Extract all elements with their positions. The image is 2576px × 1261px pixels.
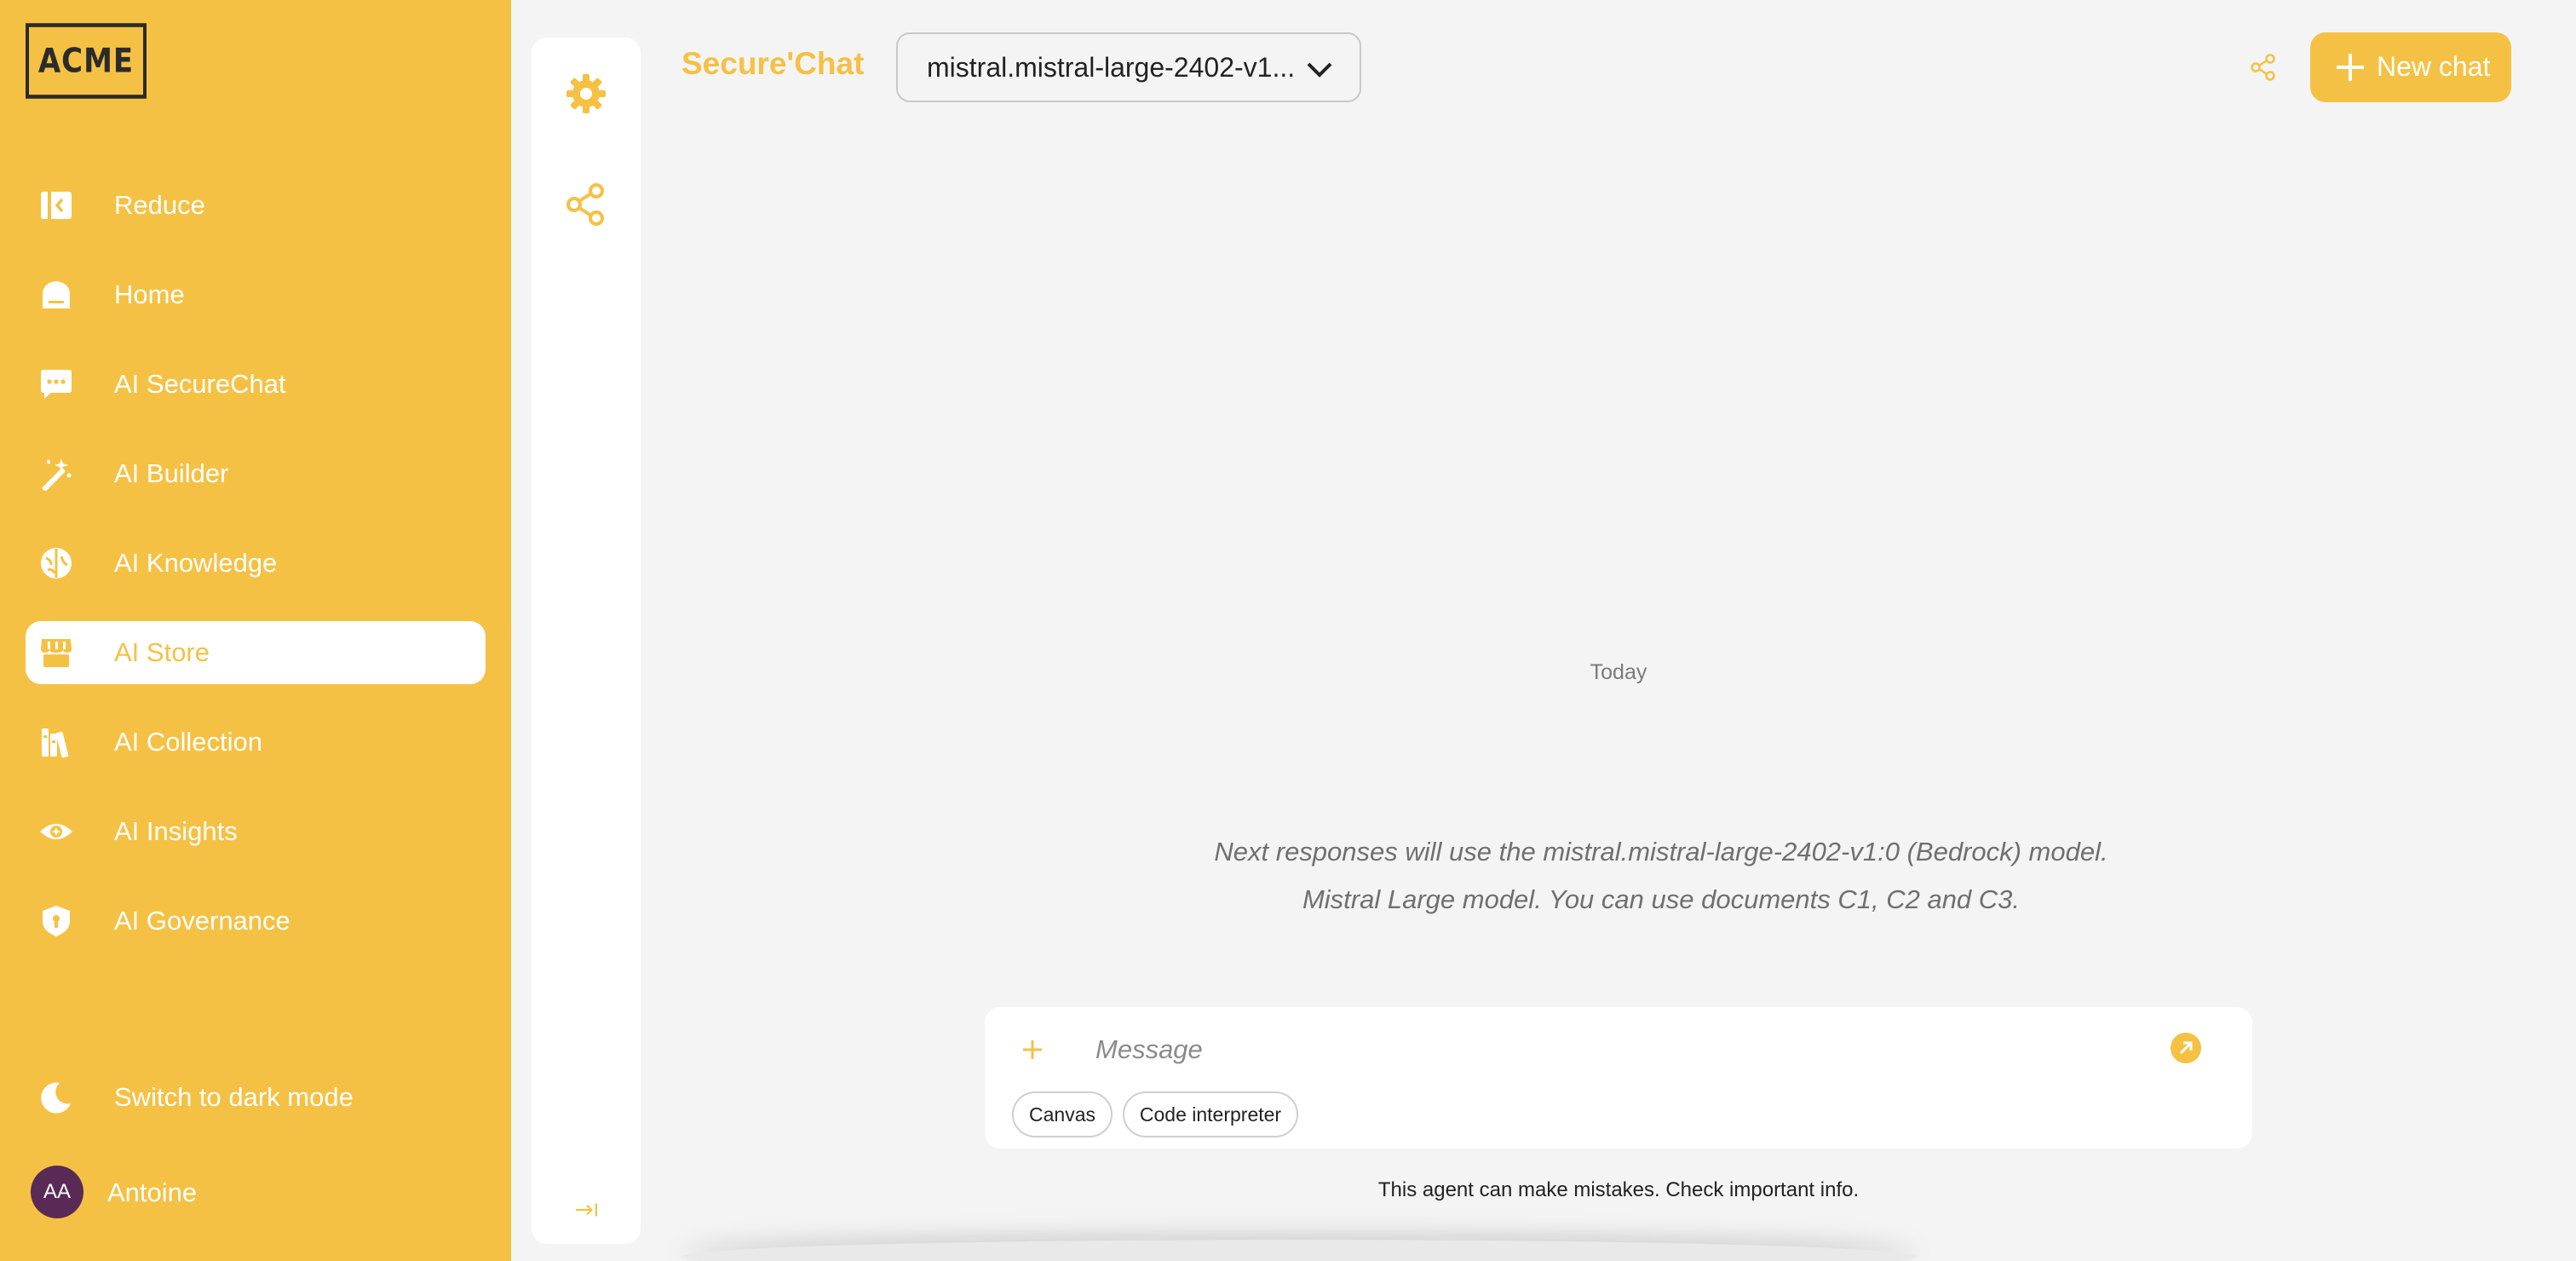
sidebar-item-ai-insights[interactable]: AI Insights xyxy=(26,800,486,863)
expand-panel-button[interactable] xyxy=(564,1188,608,1232)
sidebar-item-ai-knowledge[interactable]: AI Knowledge xyxy=(26,532,486,595)
model-notice-line: Mistral Large model. You can use documen… xyxy=(1302,884,2021,914)
dark-mode-toggle[interactable]: Switch to dark mode xyxy=(26,1066,486,1129)
sidebar-item-ai-store[interactable]: AI Store xyxy=(26,621,486,684)
arrow-to-right-icon xyxy=(576,1203,597,1217)
message-composer: Canvas Code interpreter xyxy=(985,1007,2252,1149)
sidebar-item-ai-builder[interactable]: AI Builder xyxy=(26,442,486,505)
send-button[interactable] xyxy=(2171,1033,2201,1063)
sidebar-item-label: AI SecureChat xyxy=(114,369,286,399)
acme-logo[interactable]: ACME xyxy=(26,23,147,99)
dark-mode-label: Switch to dark mode xyxy=(114,1082,354,1112)
sidebar-item-label: AI Collection xyxy=(114,727,263,757)
share-icon[interactable] xyxy=(2249,53,2278,82)
sidebar-item-label: AI Store xyxy=(114,637,210,667)
plus-icon[interactable] xyxy=(1021,1038,1044,1062)
sidebar-item-label: AI Governance xyxy=(114,906,290,936)
magic-wand-icon xyxy=(39,457,73,491)
home-icon xyxy=(39,278,73,312)
message-input[interactable] xyxy=(1095,1026,2118,1074)
sidebar-item-home[interactable]: Home xyxy=(26,263,486,326)
books-icon xyxy=(39,725,73,759)
code-interpreter-chip[interactable]: Code interpreter xyxy=(1123,1091,1298,1137)
shield-icon xyxy=(39,904,73,938)
sidebar-item-label: AI Builder xyxy=(114,458,229,488)
sidebar: ACME Reduce Home AI SecureChat AI Builde… xyxy=(0,0,511,1261)
user-name[interactable]: Antoine xyxy=(107,1178,197,1208)
sidebar-item-reduce[interactable]: Reduce xyxy=(26,174,486,237)
scroll-shadow xyxy=(681,1240,1917,1261)
chat-bubble-icon xyxy=(39,367,73,401)
share-button[interactable] xyxy=(564,182,608,227)
new-chat-label: New chat xyxy=(2377,51,2491,82)
model-notice: Next responses will use the mistral.mist… xyxy=(1065,828,2257,924)
model-select-value: mistral.mistral-large-2402-v1... xyxy=(927,51,1296,83)
sidebar-item-ai-governance[interactable]: AI Governance xyxy=(26,890,486,953)
brain-icon xyxy=(39,546,73,580)
page-title: Secure'Chat xyxy=(681,46,865,81)
model-select[interactable]: mistral.mistral-large-2402-v1... xyxy=(896,32,1361,102)
chevron-down-icon xyxy=(1307,62,1332,78)
disclaimer: This agent can make mistakes. Check impo… xyxy=(1377,1178,1860,1201)
sidebar-item-label: Home xyxy=(114,279,185,309)
avatar[interactable]: AA xyxy=(31,1166,83,1218)
sidebar-item-label: AI Knowledge xyxy=(114,548,278,578)
share-icon xyxy=(566,183,604,226)
moon-icon xyxy=(39,1080,73,1114)
plus-icon xyxy=(2337,54,2364,81)
store-icon xyxy=(39,636,73,670)
date-separator: Today xyxy=(1590,660,1647,684)
tools-panel xyxy=(532,37,641,1244)
settings-button[interactable] xyxy=(564,72,608,116)
gear-icon xyxy=(566,74,606,113)
sidebar-item-label: Reduce xyxy=(114,190,205,220)
sidebar-item-ai-collection[interactable]: AI Collection xyxy=(26,711,486,774)
canvas-chip[interactable]: Canvas xyxy=(1012,1091,1113,1137)
collapse-panel-icon xyxy=(39,188,73,222)
new-chat-button[interactable]: New chat xyxy=(2310,32,2511,102)
send-arrow-icon xyxy=(2179,1041,2193,1055)
eye-icon xyxy=(39,815,73,849)
sidebar-item-ai-securechat[interactable]: AI SecureChat xyxy=(26,353,486,416)
model-notice-line: Next responses will use the mistral.mist… xyxy=(1214,837,2108,867)
sidebar-item-label: AI Insights xyxy=(114,816,238,846)
